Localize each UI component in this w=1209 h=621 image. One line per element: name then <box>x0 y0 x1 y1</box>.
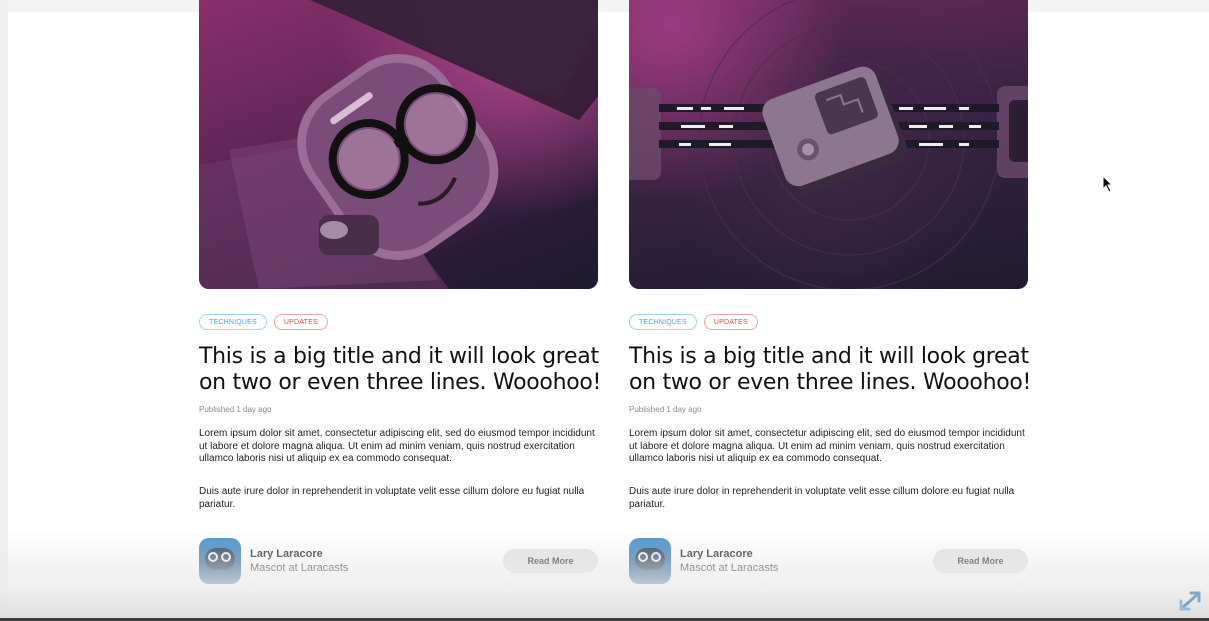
article-image[interactable] <box>629 0 1028 289</box>
article-card: TECHNIQUES UPDATES This is a big title a… <box>199 0 601 584</box>
author-role: Mascot at Laracasts <box>680 562 779 574</box>
author-block: Lary Laracore Mascot at Laracasts <box>199 538 348 584</box>
tag-techniques[interactable]: TECHNIQUES <box>199 314 267 330</box>
article-excerpt: Lorem ipsum dolor sit amet, consectetur … <box>629 428 1025 464</box>
article-excerpt: Lorem ipsum dolor sit amet, consectetur … <box>199 428 595 464</box>
robot-with-glasses-icon <box>199 0 598 289</box>
author-name[interactable]: Lary Laracore <box>250 547 348 561</box>
read-more-button[interactable]: Read More <box>503 549 598 573</box>
published-date: Published 1 day ago <box>629 405 702 414</box>
tag-list: TECHNIQUES UPDATES <box>629 314 758 330</box>
article-card: TECHNIQUES UPDATES This is a big title a… <box>629 0 1031 584</box>
author-name[interactable]: Lary Laracore <box>680 547 778 561</box>
article-image[interactable] <box>199 0 598 289</box>
read-more-button[interactable]: Read More <box>933 549 1028 573</box>
avatar[interactable] <box>199 538 241 584</box>
mouse-cursor-icon <box>1102 175 1114 193</box>
tag-updates[interactable]: UPDATES <box>273 314 328 330</box>
tag-updates[interactable]: UPDATES <box>703 314 758 330</box>
article-title[interactable]: This is a big title and it will look gre… <box>199 344 604 396</box>
article-excerpt-2: Duis aute irure dolor in reprehenderit i… <box>629 486 1015 510</box>
author-role: Mascot at Laracasts <box>250 562 349 574</box>
tag-techniques[interactable]: TECHNIQUES <box>629 314 697 330</box>
window-left-edge <box>0 0 8 621</box>
author-block: Lary Laracore Mascot at Laracasts <box>629 538 778 584</box>
article-excerpt-2: Duis aute irure dolor in reprehenderit i… <box>199 486 585 510</box>
avatar[interactable] <box>629 538 671 584</box>
resize-arrow-icon[interactable] <box>1178 590 1204 612</box>
tag-list: TECHNIQUES UPDATES <box>199 314 328 330</box>
article-title[interactable]: This is a big title and it will look gre… <box>629 344 1034 396</box>
published-date: Published 1 day ago <box>199 405 272 414</box>
device-data-transfer-icon <box>629 0 1028 289</box>
bottom-fade-overlay <box>0 526 1209 621</box>
